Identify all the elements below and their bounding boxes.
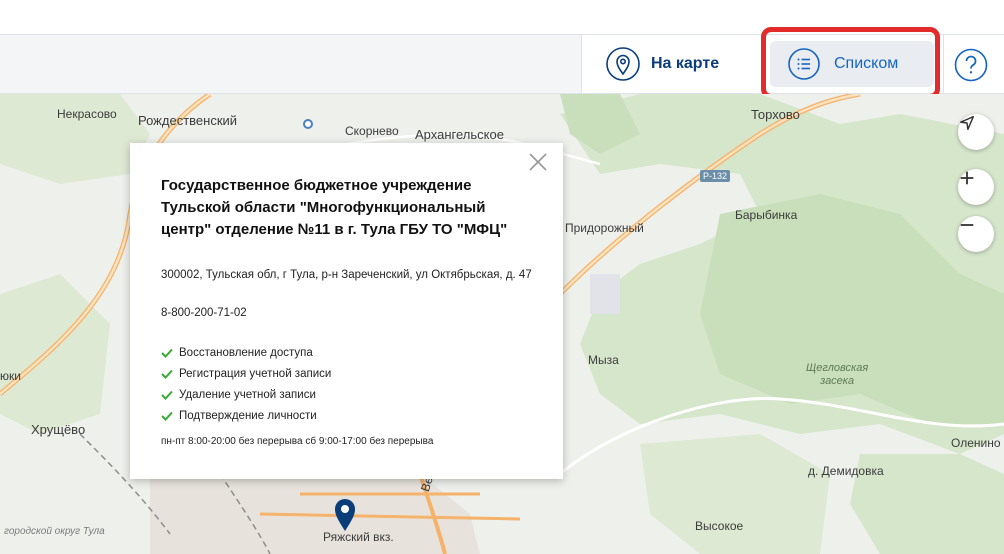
place-label: д. Демидовка (808, 464, 884, 478)
forest-label-line: засека (820, 375, 855, 387)
close-icon[interactable] (528, 152, 548, 172)
map-marker-icon[interactable] (333, 498, 357, 532)
toolbar-divider (581, 35, 582, 93)
place-label: Барыбинка (735, 208, 798, 222)
help-button[interactable] (954, 48, 988, 82)
road-number-badge: Р-132 (700, 170, 731, 182)
place-label: Мыза (588, 353, 619, 367)
checkmark-icon (161, 369, 173, 379)
checkmark-icon (161, 390, 173, 400)
district-label: городской округ Тула (4, 526, 105, 537)
zoom-in-button[interactable] (958, 169, 994, 205)
locate-button[interactable] (958, 114, 994, 150)
place-label: Торхово (751, 107, 800, 122)
map-pin-icon (606, 47, 640, 81)
place-label: Скорнево (345, 124, 399, 138)
zoom-out-icon (960, 224, 974, 226)
place-label: Рождественский (138, 113, 238, 128)
map-view-label: На карте (651, 55, 720, 72)
place-label: юки (0, 369, 21, 383)
checkmark-icon (161, 411, 173, 421)
service-label: Восстановление доступа (179, 346, 313, 359)
forest-label-line: Щегловская (806, 362, 869, 374)
service-label: Удаление учетной записи (179, 388, 316, 401)
office-phone: 8-800-200-71-02 (161, 307, 247, 319)
place-label: Хрущёво (31, 422, 86, 437)
place-label: Высокое (695, 519, 744, 533)
service-item: Регистрация учетной записи (161, 363, 331, 384)
checkmark-icon (161, 348, 173, 358)
service-item: Подтверждение личности (161, 405, 331, 426)
service-item: Удаление учетной записи (161, 384, 331, 405)
service-label: Подтверждение личности (179, 409, 317, 422)
service-label: Регистрация учетной записи (179, 367, 332, 380)
map-view-button[interactable]: На карте (606, 45, 719, 83)
office-address: 300002, Тульская обл, г Тула, р-н Зарече… (161, 269, 532, 281)
navigate-icon (959, 115, 975, 131)
place-label: Оленино (951, 436, 1001, 450)
question-icon (954, 48, 988, 82)
place-label: Архангельское (415, 127, 504, 142)
office-name: Государственное бюджетное учреждение Тул… (161, 177, 508, 238)
service-item: Восстановление доступа (161, 342, 331, 363)
toolbar-divider (943, 35, 944, 93)
place-label: Придорожный (565, 221, 644, 235)
place-label: Некрасово (57, 107, 117, 121)
place-label: Ряжский вкз. (323, 530, 394, 544)
highlight-frame (761, 27, 940, 99)
zoom-in-icon (960, 171, 974, 185)
forest-label: Щегловская засека (806, 362, 868, 388)
office-info-popup: Государственное бюджетное учреждение Тул… (130, 143, 563, 479)
service-list: Восстановление доступа Регистрация учетн… (161, 342, 331, 426)
zoom-out-button[interactable] (958, 216, 994, 252)
office-hours: пн-пт 8:00-20:00 без перерыва сб 9:00-17… (161, 436, 434, 447)
